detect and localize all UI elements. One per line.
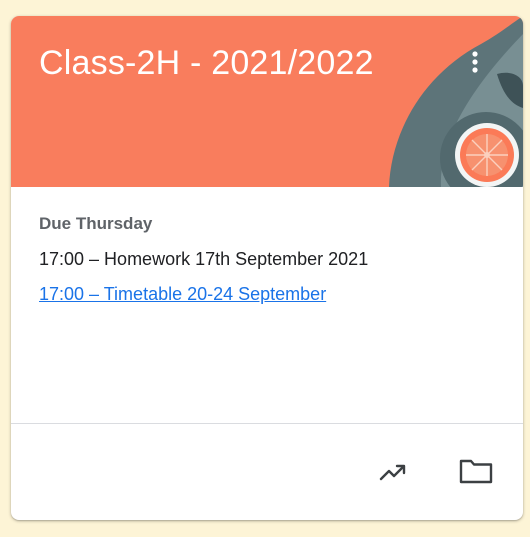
banner-illustration	[389, 16, 523, 187]
more-options-button[interactable]	[463, 48, 487, 84]
folder-icon	[459, 459, 493, 484]
class-folder-button[interactable]	[458, 453, 494, 489]
due-date-label: Due Thursday	[39, 214, 153, 233]
assignment-homework: 17:00 – Homework 17th September 2021	[39, 249, 369, 269]
class-banner[interactable]: Class-2H - 2021/2022	[11, 16, 523, 187]
class-title[interactable]: Class-2H - 2021/2022	[39, 44, 374, 83]
due-assignments-section: Due Thursday 17:00 – Homework 17th Septe…	[11, 187, 523, 424]
more-vert-icon	[472, 51, 478, 73]
class-card: Class-2H - 2021/2022 Due Thursday 17:00 …	[11, 16, 523, 520]
assignment-timetable-link[interactable]: 17:00 – Timetable 20-24 September	[39, 284, 326, 305]
grades-trend-button[interactable]	[375, 453, 411, 489]
trending-up-icon	[379, 464, 406, 481]
